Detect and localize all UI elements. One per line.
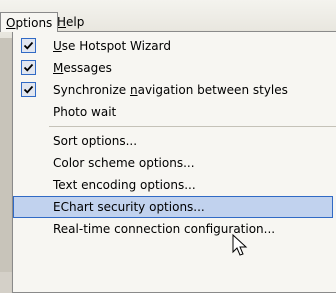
menu-item-label: Sort options... — [53, 134, 138, 148]
menu-item-mnemonic: n — [129, 83, 138, 97]
checkmark-icon — [21, 60, 36, 75]
menu-item-label: Color scheme options... — [53, 156, 195, 170]
menu-item-label: Photo wait — [53, 105, 117, 119]
menu-item-echart-security-options[interactable]: EChart security options... — [13, 196, 333, 218]
menu-item-real-time-connection-configuration[interactable]: Real-time connection configuration... — [13, 218, 336, 240]
options-menu-label: ptions — [15, 16, 53, 30]
menu-item-messages[interactable]: Messages — [13, 57, 336, 79]
menu-item-label: avigation between styles — [137, 83, 288, 97]
menu-item-label: EChart security options... — [53, 200, 205, 214]
window-edge — [0, 38, 12, 272]
mouse-pointer-icon — [232, 234, 248, 256]
options-dropdown: Use Hotspot Wizard Messages Synchronize … — [12, 31, 336, 293]
menu-separator — [49, 126, 336, 127]
menu-item-synchronize-navigation[interactable]: Synchronize navigation between styles — [13, 79, 336, 101]
menu-item-label: Text encoding options... — [53, 178, 196, 192]
menu-item-use-hotspot-wizard[interactable]: Use Hotspot Wizard — [13, 35, 336, 57]
help-menu-mnemonic: H — [57, 15, 67, 29]
options-menu[interactable]: Options — [0, 12, 59, 32]
checkmark-icon — [21, 38, 36, 53]
menu-item-sort-options[interactable]: Sort options... — [13, 130, 336, 152]
menu-item-label: se Hotspot Wizard — [61, 39, 171, 53]
menu-item-mnemonic: M — [53, 61, 64, 75]
menu-item-color-scheme-options[interactable]: Color scheme options... — [13, 152, 336, 174]
menu-item-label-pre: Synchronize — [53, 83, 130, 97]
help-menu-label: elp — [66, 15, 85, 29]
menu-item-label: essages — [63, 61, 112, 75]
menu-item-text-encoding-options[interactable]: Text encoding options... — [13, 174, 336, 196]
menu-item-mnemonic: U — [53, 39, 62, 53]
checkmark-icon — [21, 82, 36, 97]
menu-item-photo-wait[interactable]: Photo wait — [13, 101, 336, 123]
